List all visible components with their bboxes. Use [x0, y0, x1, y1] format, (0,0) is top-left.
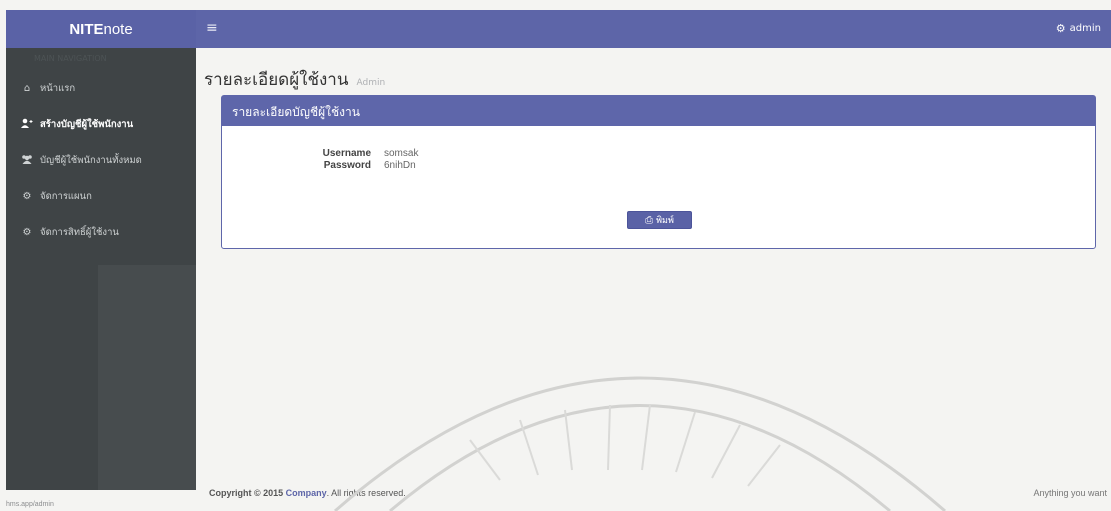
sidebar-panel: [98, 265, 196, 490]
username-row: Username somsak: [222, 148, 1095, 160]
sidebar-header: MAIN NAVIGATION: [34, 54, 107, 63]
footer-right-text: Anything you want: [1033, 488, 1107, 498]
password-label: Password: [323, 160, 371, 171]
sidebar-item-departments[interactable]: ⚙ จัดการแผนก: [6, 178, 196, 214]
sidebar-item-create-account[interactable]: สร้างบัญชีผู้ใช้พนักงาน: [6, 106, 196, 142]
cogs-icon: ⚙: [22, 190, 32, 202]
user-menu-label: admin: [1069, 23, 1101, 34]
gear-icon: ⚙: [1055, 22, 1066, 35]
page-subtitle: Admin: [356, 78, 386, 88]
status-bar-url: hms.app/admin: [6, 501, 54, 508]
user-menu[interactable]: ⚙ admin: [1056, 22, 1101, 35]
copyright-prefix: Copyright © 2015: [209, 488, 286, 498]
user-plus-icon: [20, 118, 34, 131]
cogs-icon: ⚙: [22, 226, 32, 238]
page-title: รายละเอียดผู้ใช้งาน: [204, 70, 349, 90]
company-link[interactable]: Company: [286, 488, 327, 498]
sidebar-item-label: หน้าแรก: [40, 82, 76, 94]
home-icon: ⌂: [23, 82, 31, 94]
page-heading: รายละเอียดผู้ใช้งาน Admin: [204, 66, 385, 93]
top-navbar: ≡ ⚙ admin: [196, 10, 1111, 48]
sidebar: NITE note MAIN NAVIGATION ⌂ หน้าแรก สร้าง…: [6, 10, 196, 490]
password-value: 6nihDn: [384, 160, 416, 171]
account-details-panel: รายละเอียดบัญชีผู้ใช้งาน Username somsak…: [221, 95, 1096, 249]
username-label: Username: [322, 148, 371, 159]
sidebar-item-label: สร้างบัญชีผู้ใช้พนักงาน: [40, 118, 134, 130]
copyright-suffix: . All rights reserved.: [326, 488, 406, 498]
logo-bold: NITE: [69, 20, 104, 38]
sidebar-item-label: บัญชีผู้ใช้พนักงานทั้งหมด: [40, 154, 142, 166]
print-button[interactable]: ⎙ พิมพ์: [627, 211, 692, 229]
sidebar-item-permissions[interactable]: ⚙ จัดการสิทธิ์ผู้ใช้งาน: [6, 214, 196, 250]
sidebar-item-all-accounts[interactable]: บัญชีผู้ใช้พนักงานทั้งหมด: [6, 142, 196, 178]
sidebar-item-home[interactable]: ⌂ หน้าแรก: [6, 70, 196, 106]
sidebar-item-label: จัดการแผนก: [40, 190, 92, 202]
account-details: Username somsak Password 6nihDn: [222, 148, 1095, 172]
print-label: พิมพ์: [656, 215, 674, 225]
password-row: Password 6nihDn: [222, 160, 1095, 172]
footer-copyright: Copyright © 2015 Company. All rights res…: [209, 488, 406, 498]
users-icon: [20, 154, 34, 167]
username-value: somsak: [384, 148, 419, 159]
panel-heading: รายละเอียดบัญชีผู้ใช้งาน: [222, 96, 1095, 126]
logo-light: note: [103, 20, 133, 38]
sidebar-item-label: จัดการสิทธิ์ผู้ใช้งาน: [40, 226, 119, 238]
print-icon: ⎙: [645, 214, 654, 226]
menu-toggle-icon[interactable]: ≡: [206, 20, 218, 36]
app-logo[interactable]: NITE note: [6, 10, 196, 48]
